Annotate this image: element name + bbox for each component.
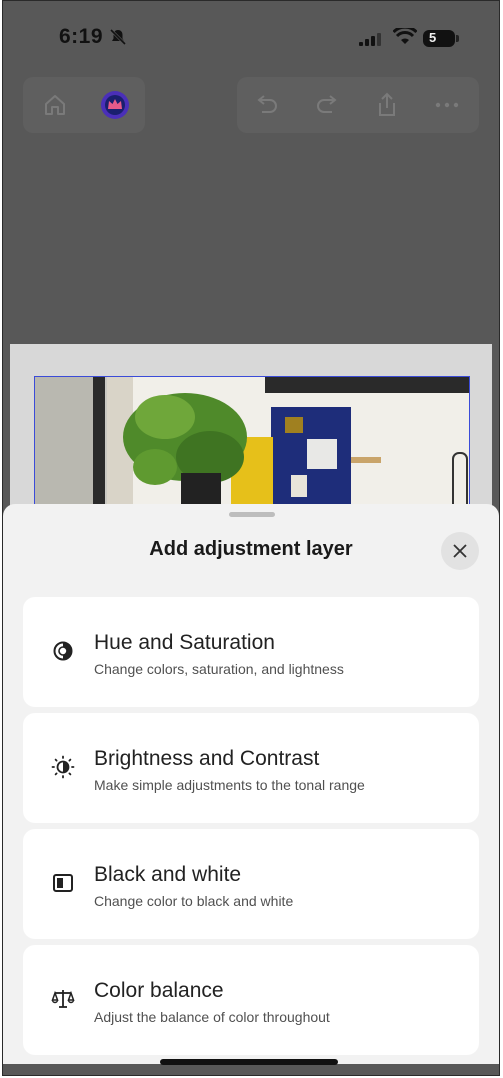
premium-button[interactable]: [87, 77, 143, 133]
option-color-balance[interactable]: Color balance Adjust the balance of colo…: [23, 945, 479, 1055]
black-white-icon: [53, 874, 73, 892]
battery-icon: 5: [423, 30, 459, 47]
redo-icon: [317, 95, 337, 113]
option-title: Black and white: [94, 863, 242, 886]
close-icon: [453, 544, 467, 558]
more-button[interactable]: [419, 77, 475, 133]
home-button[interactable]: [27, 77, 83, 133]
sheet-title: Add adjustment layer: [149, 538, 353, 560]
undo-button[interactable]: [239, 77, 295, 133]
office-photo-image: [35, 377, 469, 515]
editor-canvas: [10, 344, 492, 516]
battery-level: 5: [429, 30, 437, 45]
option-title: Color balance: [94, 979, 224, 1002]
share-icon: [379, 92, 395, 116]
option-subtitle: Make simple adjustments to the tonal ran…: [94, 777, 365, 793]
status-time: 6:19: [59, 25, 104, 48]
share-button[interactable]: [359, 77, 415, 133]
option-subtitle: Change color to black and white: [94, 893, 294, 909]
option-subtitle: Adjust the balance of color throughout: [94, 1009, 330, 1025]
more-icon: [435, 102, 459, 108]
option-title: Hue and Saturation: [94, 631, 275, 654]
brightness-contrast-icon: [51, 755, 75, 779]
color-balance-icon: [51, 990, 75, 1008]
toolbar-left-group: [23, 77, 145, 133]
status-bar: 6:19 5: [3, 1, 499, 71]
undo-icon: [257, 95, 277, 113]
option-subtitle: Change colors, saturation, and lightness: [94, 661, 344, 677]
redo-button[interactable]: [299, 77, 355, 133]
adjustment-layer-sheet: Add adjustment layer Hue and Saturation …: [3, 504, 499, 1064]
toolbar-right-group: [237, 77, 479, 133]
wifi-icon: [393, 28, 417, 44]
home-indicator[interactable]: [160, 1059, 338, 1065]
close-button[interactable]: [441, 532, 479, 570]
option-hue-saturation[interactable]: Hue and Saturation Change colors, satura…: [23, 597, 479, 707]
layer-image[interactable]: [34, 376, 470, 516]
phone-screen: 6:19 5 Add adjustment layer Hue and Satu…: [2, 0, 500, 1076]
home-icon: [45, 95, 65, 115]
option-brightness-contrast[interactable]: Brightness and Contrast Make simple adju…: [23, 713, 479, 823]
signal-icon: [359, 33, 381, 46]
drag-handle[interactable]: [229, 512, 275, 517]
premium-crown-icon: [101, 91, 129, 119]
option-black-white[interactable]: Black and white Change color to black an…: [23, 829, 479, 939]
silent-bell-icon: [109, 28, 127, 46]
option-title: Brightness and Contrast: [94, 747, 320, 770]
hue-saturation-icon: [53, 641, 73, 661]
